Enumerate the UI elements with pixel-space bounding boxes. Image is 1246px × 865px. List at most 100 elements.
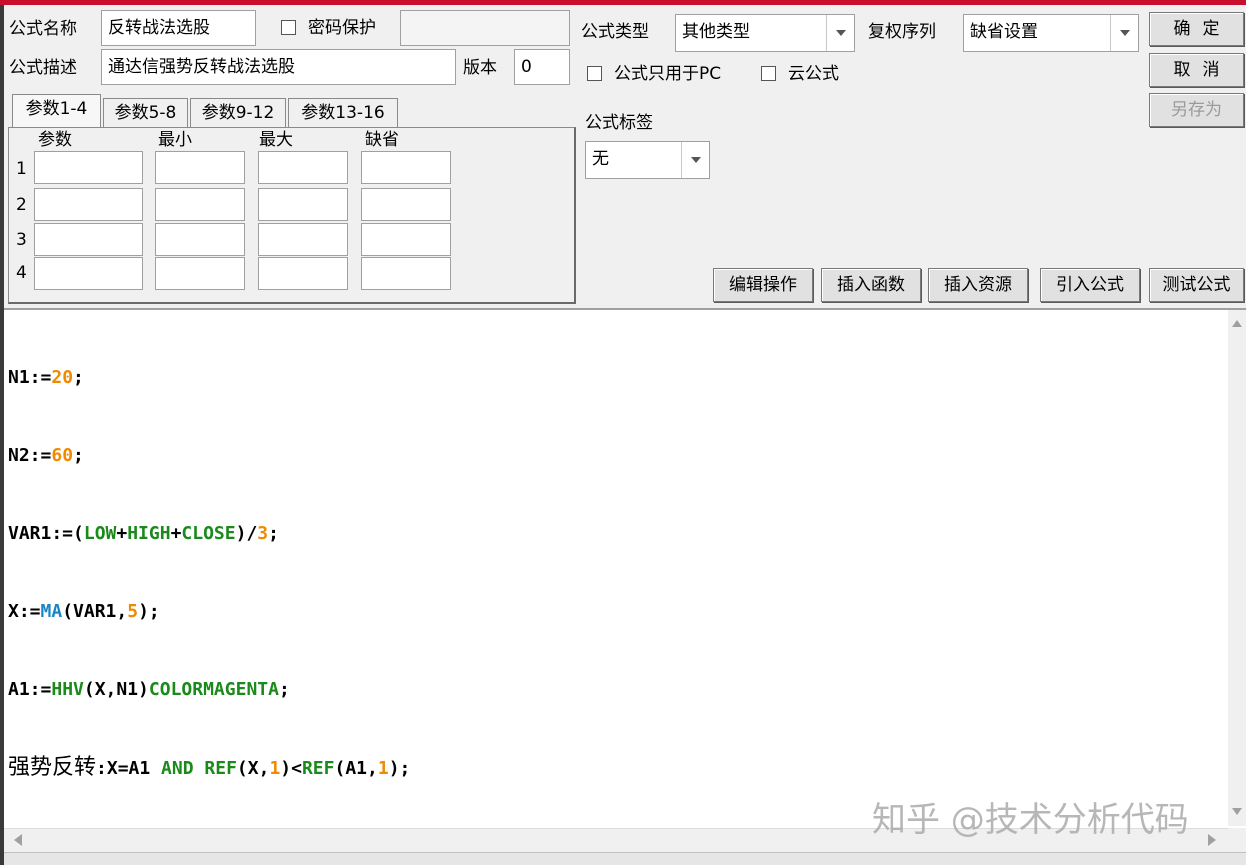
scroll-left-icon[interactable] (14, 834, 22, 846)
cloud-formula-label: 云公式 (788, 64, 839, 84)
scroll-right-icon[interactable] (1208, 834, 1216, 846)
scroll-up-icon[interactable] (1232, 320, 1242, 327)
password-protect-label: 密码保护 (308, 18, 376, 38)
code-token: VAR1:=( (8, 523, 84, 544)
code-function: MA (40, 601, 63, 622)
code-number: 3 (257, 523, 269, 544)
insert-resource-button[interactable]: 插入资源 (928, 268, 1028, 302)
code-token: (VAR1, (62, 601, 128, 622)
code-function: REF (204, 758, 237, 779)
password-input (400, 10, 570, 46)
code-token: X:= (8, 601, 41, 622)
test-formula-button[interactable]: 测试公式 (1149, 268, 1244, 302)
code-token: )< (280, 758, 302, 779)
param-row-number: 2 (16, 195, 27, 215)
code-line: X:=MA(VAR1,5); (8, 599, 410, 625)
formula-tag-label: 公式标签 (585, 113, 653, 133)
param-row-number: 4 (16, 263, 27, 283)
code-token: ; (278, 679, 290, 700)
code-function: REF (301, 758, 335, 779)
code-token: ); (388, 758, 411, 779)
tab-params-9-12[interactable]: 参数9-12 (190, 98, 286, 128)
param-4-default-input[interactable] (361, 257, 451, 290)
code-token: ; (73, 367, 84, 388)
cloud-formula-checkbox[interactable] (761, 66, 776, 81)
chevron-down-icon[interactable] (1110, 15, 1138, 51)
password-protect-checkbox[interactable] (281, 20, 296, 35)
pc-only-label: 公式只用于PC (614, 64, 722, 84)
code-number: 60 (51, 445, 74, 466)
param-2-name-input[interactable] (34, 188, 143, 221)
ok-button[interactable]: 确定 (1149, 12, 1244, 46)
code-number: 1 (377, 758, 389, 779)
code-token: (A1, (334, 758, 378, 779)
cancel-button[interactable]: 取消 (1149, 53, 1244, 87)
chevron-down-icon[interactable] (681, 142, 709, 178)
code-token: N1:= (8, 367, 52, 388)
insert-function-button[interactable]: 插入函数 (821, 268, 921, 302)
param-col-default: 缺省 (365, 130, 399, 150)
formula-desc-input[interactable]: 通达信强势反转战法选股 (101, 49, 456, 85)
param-3-default-input[interactable] (361, 223, 451, 256)
code-function: HHV (51, 679, 84, 700)
code-line: 强势反转:X=A1 AND REF(X,1)<REF(A1,1); (8, 755, 410, 782)
pc-only-checkbox[interactable] (587, 66, 602, 81)
param-1-name-input[interactable] (34, 151, 143, 184)
code-token: + (170, 523, 182, 544)
code-token: ; (73, 445, 84, 466)
import-formula-button[interactable]: 引入公式 (1040, 268, 1140, 302)
code-token: (X, (236, 758, 270, 779)
code-line: VAR1:=(LOW+HIGH+CLOSE)/3; (8, 521, 410, 547)
chevron-down-icon[interactable] (826, 15, 854, 51)
param-row-number: 3 (16, 230, 27, 250)
formula-editor[interactable]: N1:=20; N2:=60; VAR1:=(LOW+HIGH+CLOSE)/3… (4, 308, 1246, 828)
code-token: )/ (235, 523, 258, 544)
param-2-max-input[interactable] (258, 188, 348, 221)
code-function: CLOSE (181, 523, 236, 544)
param-row-number: 1 (16, 159, 27, 179)
version-input[interactable]: 0 (514, 49, 570, 85)
param-2-default-input[interactable] (361, 188, 451, 221)
param-col-min: 最小 (158, 130, 192, 150)
watermark: 知乎 @技术分析代码 (872, 800, 1189, 840)
param-4-name-input[interactable] (34, 257, 143, 290)
param-2-min-input[interactable] (155, 188, 245, 221)
save-as-button[interactable]: 另存为 (1149, 93, 1244, 127)
param-1-max-input[interactable] (258, 151, 348, 184)
vertical-scrollbar[interactable] (1228, 310, 1246, 826)
code-function: LOW (83, 523, 117, 544)
code-line: N2:=60; (8, 443, 410, 469)
formula-tag-select[interactable]: 无 (585, 141, 710, 179)
param-4-min-input[interactable] (155, 257, 245, 290)
tab-params-5-8[interactable]: 参数5-8 (103, 98, 188, 128)
formula-type-label: 公式类型 (581, 22, 649, 42)
param-4-max-input[interactable] (258, 257, 348, 290)
code-token: :X=A1 (96, 758, 162, 779)
code-token: 强势反转 (8, 755, 97, 780)
scroll-down-icon[interactable] (1232, 808, 1242, 815)
param-col-name: 参数 (38, 130, 72, 150)
formula-name-input[interactable]: 反转战法选股 (101, 10, 256, 46)
tab-params-13-16[interactable]: 参数13-16 (288, 98, 398, 128)
code-token: A1:= (8, 679, 52, 700)
param-3-name-input[interactable] (34, 223, 143, 256)
rights-series-select[interactable]: 缺省设置 (963, 14, 1139, 52)
code-token: ; (268, 523, 279, 544)
code-number: 20 (51, 367, 74, 388)
rights-series-label: 复权序列 (868, 22, 936, 42)
tab-params-1-4[interactable]: 参数1-4 (12, 94, 101, 128)
param-3-max-input[interactable] (258, 223, 348, 256)
param-1-min-input[interactable] (155, 151, 245, 184)
formula-name-label: 公式名称 (9, 19, 77, 39)
param-3-min-input[interactable] (155, 223, 245, 256)
param-1-default-input[interactable] (361, 151, 451, 184)
code-token: ); (138, 601, 160, 622)
code-line: N1:=20; (8, 365, 410, 391)
edit-ops-button[interactable]: 编辑操作 (713, 268, 813, 302)
code-function: AND (161, 758, 194, 779)
code-function: HIGH (127, 523, 171, 544)
formula-type-select[interactable]: 其他类型 (675, 14, 855, 52)
param-col-max: 最大 (259, 130, 293, 150)
status-bar (4, 852, 1246, 865)
